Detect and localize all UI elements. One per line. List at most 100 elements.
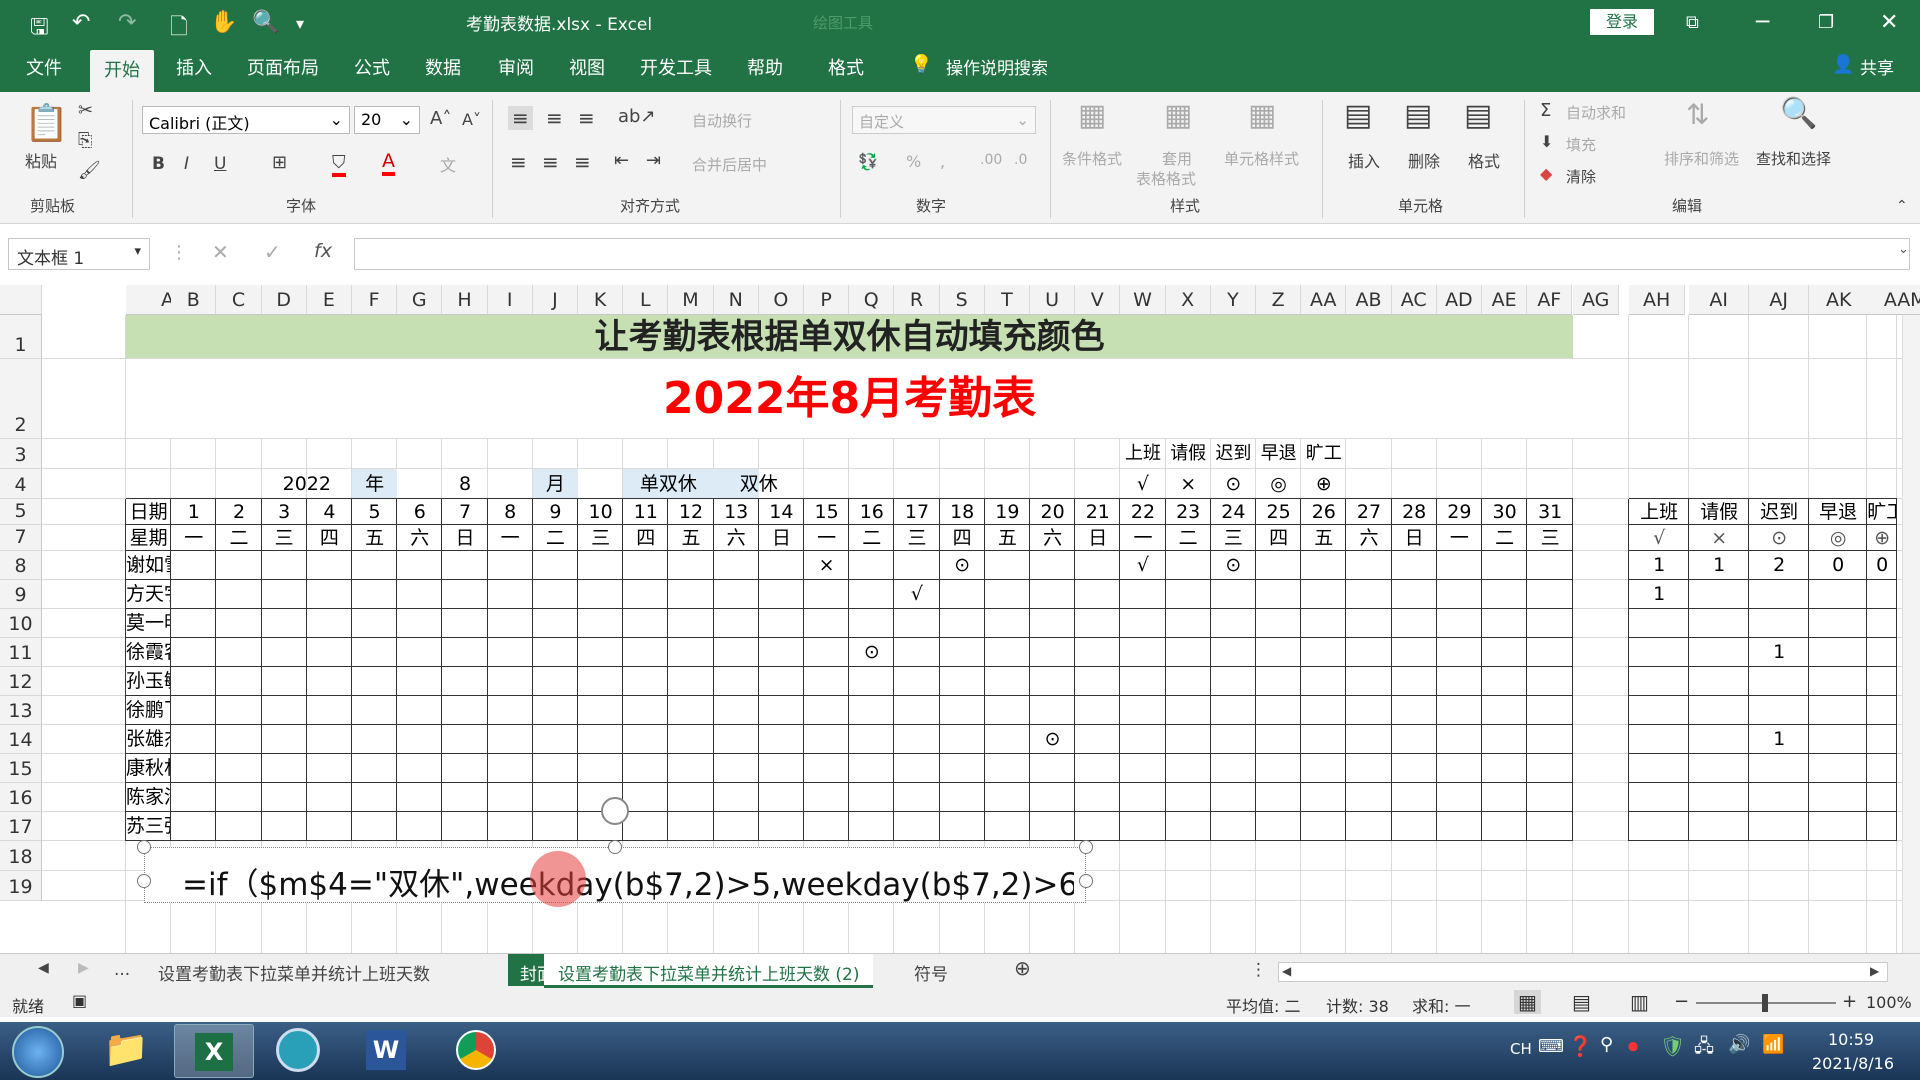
- record-icon[interactable]: ⏺: [1628, 1034, 1638, 1058]
- column-header-AE[interactable]: AE: [1482, 285, 1528, 315]
- legend-label[interactable]: 迟到: [1211, 439, 1256, 469]
- rest-label[interactable]: 单双休: [623, 469, 713, 499]
- column-header-I[interactable]: I: [487, 285, 533, 315]
- attendance-mark[interactable]: √: [894, 580, 939, 609]
- save-icon[interactable]: 🖫: [30, 10, 49, 48]
- attendance-mark[interactable]: ⊙: [940, 551, 985, 580]
- day-number[interactable]: 26: [1301, 499, 1346, 525]
- column-header-B[interactable]: B: [171, 285, 217, 315]
- weekday-cell[interactable]: 五: [668, 525, 713, 551]
- row-header-14[interactable]: 14: [0, 725, 42, 754]
- attendance-mark[interactable]: ×: [804, 551, 849, 580]
- clock-date[interactable]: 2021/8/16: [1812, 1054, 1894, 1073]
- row-header-4[interactable]: 4: [0, 469, 42, 499]
- scroll-right-icon[interactable]: ▶: [1870, 964, 1879, 978]
- resize-handle[interactable]: [137, 840, 151, 854]
- weekday-cell[interactable]: 日: [1075, 525, 1120, 551]
- weekday-cell[interactable]: 五: [352, 525, 397, 551]
- align-right-icon[interactable]: ≡: [574, 150, 591, 174]
- textbox-formula[interactable]: =if（$m$4="双休",weekday(b$7,2)>5,weekday(b…: [182, 859, 1074, 904]
- weekday-cell[interactable]: 四: [623, 525, 668, 551]
- weekday-cell[interactable]: 六: [1346, 525, 1391, 551]
- day-number[interactable]: 6: [397, 499, 442, 525]
- weekday-cell[interactable]: 六: [397, 525, 442, 551]
- formula-input[interactable]: [354, 238, 1910, 270]
- zoom-level[interactable]: 100%: [1866, 993, 1912, 1012]
- touch-mode-icon[interactable]: ✋: [210, 10, 237, 35]
- delete-cells-button[interactable]: 删除: [1408, 148, 1440, 172]
- zoom-out-icon[interactable]: −: [1674, 991, 1689, 1012]
- column-header-H[interactable]: H: [442, 285, 488, 315]
- undo-icon[interactable]: ↶: [72, 10, 90, 35]
- weekday-label[interactable]: 星期: [126, 525, 171, 551]
- increase-decimal-icon[interactable]: .00: [980, 152, 1002, 168]
- tab-file[interactable]: 文件: [26, 54, 62, 80]
- row-header-3[interactable]: 3: [0, 439, 42, 469]
- phonetic-icon[interactable]: 文: [440, 152, 456, 176]
- row-header-15[interactable]: 15: [0, 754, 42, 783]
- format-painter-icon[interactable]: 🖌: [78, 160, 101, 181]
- insert-function-icon[interactable]: fx: [314, 240, 332, 262]
- border-icon[interactable]: ⊞: [272, 152, 287, 173]
- row-header-1[interactable]: 1: [0, 315, 42, 359]
- employee-name[interactable]: 苏三强: [126, 812, 172, 841]
- copy-icon[interactable]: ⎘: [78, 130, 92, 151]
- name-box[interactable]: 文本框 1 ▾: [8, 238, 150, 270]
- weekday-cell[interactable]: 三: [1527, 525, 1573, 551]
- summary-symbol[interactable]: ◎: [1809, 525, 1867, 551]
- column-header-E[interactable]: E: [306, 285, 352, 315]
- weekday-cell[interactable]: 四: [1256, 525, 1301, 551]
- chrome-icon[interactable]: [456, 1030, 496, 1070]
- pin-icon[interactable]: ⚲: [1600, 1034, 1613, 1055]
- summary-symbol[interactable]: ⊕: [1867, 525, 1897, 551]
- column-header-AB[interactable]: AB: [1346, 285, 1392, 315]
- row-header-12[interactable]: 12: [0, 667, 42, 696]
- summary-symbol[interactable]: ×: [1689, 525, 1749, 551]
- weekday-cell[interactable]: 六: [1030, 525, 1075, 551]
- clock-time[interactable]: 10:59: [1828, 1030, 1874, 1049]
- day-number[interactable]: 20: [1030, 499, 1075, 525]
- signal-icon[interactable]: 📶: [1762, 1034, 1784, 1055]
- format-cells-button[interactable]: 格式: [1468, 148, 1500, 172]
- ribbon-display-icon[interactable]: ⧉: [1686, 12, 1699, 33]
- page-layout-view-icon[interactable]: ▤: [1572, 990, 1591, 1014]
- normal-view-icon[interactable]: ▦: [1514, 990, 1541, 1014]
- tab-help[interactable]: 帮助: [747, 54, 783, 80]
- weekday-cell[interactable]: 一: [488, 525, 533, 551]
- browser-icon[interactable]: [276, 1028, 320, 1072]
- file-explorer-icon[interactable]: 📁: [96, 1028, 156, 1076]
- legend-symbol[interactable]: ◎: [1256, 469, 1301, 499]
- column-header-S[interactable]: S: [939, 285, 985, 315]
- row-header-18[interactable]: 18: [0, 841, 42, 871]
- legend-label[interactable]: 早退: [1256, 439, 1301, 469]
- resize-handle[interactable]: [137, 874, 151, 888]
- day-number[interactable]: 13: [714, 499, 759, 525]
- weekday-cell[interactable]: 一: [1120, 525, 1165, 551]
- column-header-P[interactable]: P: [804, 285, 850, 315]
- summary-value[interactable]: 1: [1749, 638, 1809, 667]
- tab-page-layout[interactable]: 页面布局: [247, 54, 319, 80]
- weekday-cell[interactable]: 五: [1301, 525, 1346, 551]
- day-number[interactable]: 16: [849, 499, 894, 525]
- row-header-16[interactable]: 16: [0, 783, 42, 812]
- login-button[interactable]: 登录: [1590, 9, 1654, 35]
- column-header-L[interactable]: L: [623, 285, 669, 315]
- day-number[interactable]: 21: [1075, 499, 1120, 525]
- employee-name[interactable]: 徐霞客: [126, 638, 172, 667]
- zoom-thumb[interactable]: [1762, 994, 1768, 1012]
- day-number[interactable]: 18: [940, 499, 985, 525]
- increase-indent-icon[interactable]: ⇥: [646, 150, 661, 171]
- day-number[interactable]: 1: [171, 499, 216, 525]
- prev-sheet-icon[interactable]: ◀: [38, 960, 49, 976]
- tab-review[interactable]: 审阅: [498, 54, 534, 80]
- row-header-7[interactable]: 7: [0, 525, 42, 551]
- employee-name[interactable]: 方天宇: [126, 580, 172, 609]
- sort-filter-button[interactable]: 排序和筛选: [1664, 148, 1739, 169]
- horizontal-scrollbar[interactable]: [1278, 962, 1888, 982]
- weekday-cell[interactable]: 六: [714, 525, 759, 551]
- attendance-mark[interactable]: ⊙: [1030, 725, 1075, 754]
- cut-icon[interactable]: ✂: [78, 100, 93, 121]
- weekday-cell[interactable]: 四: [940, 525, 985, 551]
- day-number[interactable]: 28: [1392, 499, 1437, 525]
- cancel-icon[interactable]: ✕: [212, 240, 229, 264]
